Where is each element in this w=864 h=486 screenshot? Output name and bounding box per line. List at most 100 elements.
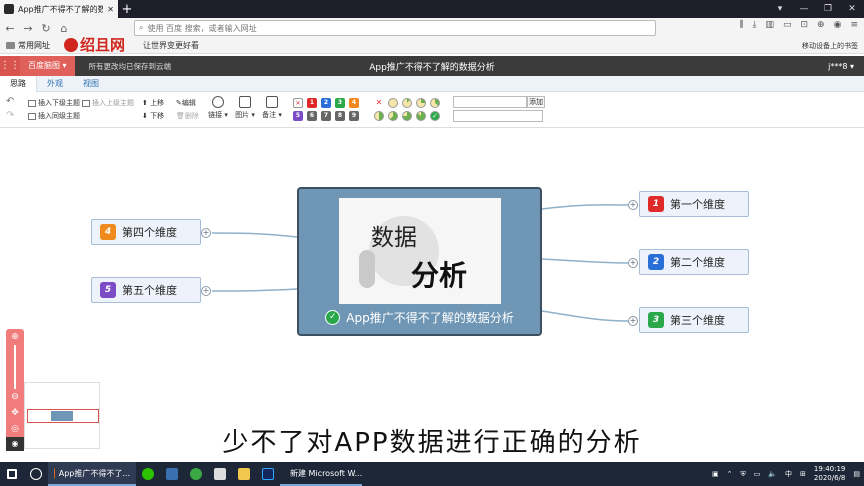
priority-remove-icon[interactable]: ✕ xyxy=(293,98,303,108)
minimize-button[interactable]: — xyxy=(792,0,816,18)
reader-icon[interactable]: ▭ xyxy=(783,20,792,30)
image-button[interactable]: 图片 ▾ xyxy=(233,96,257,120)
recorder-icon[interactable] xyxy=(160,462,184,486)
address-bar[interactable]: ⌕ 使用 百度 搜索，或者输入网址 xyxy=(134,20,656,36)
priority-5-icon[interactable]: 5 xyxy=(293,111,303,121)
menu-icon[interactable]: ≡ xyxy=(850,20,858,30)
clock[interactable]: 19:40:19 2020/6/8 xyxy=(814,465,845,483)
undo-icon[interactable]: ↶ xyxy=(6,96,14,107)
library-icon[interactable]: ⫼ xyxy=(739,20,743,30)
move-icon[interactable]: ✥ xyxy=(6,405,24,421)
bookmarks-icon[interactable]: ▥ xyxy=(765,20,774,30)
progress-remove-icon[interactable]: ✕ xyxy=(374,98,384,108)
bookmark-common-sites[interactable]: 常用网址 xyxy=(18,40,50,51)
home-icon[interactable]: ⌂ xyxy=(58,22,70,35)
priority-8-icon[interactable]: 8 xyxy=(335,111,345,121)
root-topic[interactable]: 数据 分析 ✓ App推广不得不了解的数据分析 xyxy=(297,187,542,336)
photoshop-icon[interactable] xyxy=(256,462,280,486)
zoom-out-icon[interactable]: ⊖ xyxy=(6,389,24,405)
progress-3-icon[interactable] xyxy=(430,98,440,108)
insert-sibling-button[interactable]: 插入同级主题 xyxy=(28,111,80,121)
progress-6-icon[interactable] xyxy=(402,111,412,121)
branch-topic-5[interactable]: 5 第五个维度 xyxy=(91,277,201,303)
network-icon[interactable]: ▭ xyxy=(754,470,761,478)
insert-parent-button[interactable]: 插入上级主题 xyxy=(82,98,134,108)
redo-icon[interactable]: ↷ xyxy=(6,110,14,121)
priority-7-icon[interactable]: 7 xyxy=(321,111,331,121)
tab-view[interactable]: 视图 xyxy=(73,76,109,92)
restore-button[interactable]: ❐ xyxy=(816,0,840,18)
mindmap-canvas[interactable]: 数据 分析 ✓ App推广不得不了解的数据分析 + 1 第一个维度 + 2 第二… xyxy=(0,129,864,462)
tray-app-icon[interactable]: ▣ xyxy=(712,470,719,478)
priority-3-icon[interactable]: 3 xyxy=(335,98,345,108)
reload-icon[interactable]: ↻ xyxy=(40,22,52,35)
progress-2-icon[interactable] xyxy=(416,98,426,108)
360-browser-icon[interactable] xyxy=(184,462,208,486)
priority-4-icon[interactable]: 4 xyxy=(349,98,359,108)
link-button[interactable]: 链接 ▾ xyxy=(206,96,230,120)
delete-button[interactable]: 🗑删除 xyxy=(176,111,199,121)
edit-button[interactable]: ✎编辑 xyxy=(176,98,196,108)
close-window-button[interactable]: ✕ xyxy=(840,0,864,18)
progress-done-icon[interactable]: ✓ xyxy=(430,111,440,121)
app-name-menu[interactable]: 百度脑图 ▾ xyxy=(20,56,75,76)
taskbar-browser-app[interactable]: App推广不得不了... xyxy=(48,462,136,486)
expand-icon[interactable]: + xyxy=(628,258,638,268)
forward-arrow-icon[interactable]: → xyxy=(22,22,34,35)
close-tab-icon[interactable]: ✕ xyxy=(107,5,114,14)
note-button[interactable]: 备注 ▾ xyxy=(260,96,284,120)
search-icon[interactable] xyxy=(24,462,48,486)
back-arrow-icon[interactable]: ← xyxy=(4,22,16,35)
move-up-button[interactable]: ⬆ 上移 xyxy=(142,98,164,108)
screenshot-icon[interactable]: ⊡ xyxy=(801,20,809,30)
volume-icon[interactable]: 🔈 xyxy=(768,470,777,478)
ime-mode-icon[interactable]: ⊞ xyxy=(800,470,806,478)
branch-topic-4[interactable]: 4 第四个维度 xyxy=(91,219,201,245)
resource-input[interactable] xyxy=(453,96,527,108)
resource-select[interactable] xyxy=(453,110,543,122)
expand-icon[interactable]: + xyxy=(201,228,211,238)
progress-4-icon[interactable] xyxy=(374,111,384,121)
zoom-in-icon[interactable]: ⊕ xyxy=(6,329,24,345)
progress-5-icon[interactable] xyxy=(388,111,398,121)
calculator-icon[interactable] xyxy=(208,462,232,486)
priority-9-icon[interactable]: 9 xyxy=(349,111,359,121)
file-explorer-icon[interactable] xyxy=(232,462,256,486)
new-tab-button[interactable]: + xyxy=(118,2,136,17)
notification-icon[interactable]: ▤ xyxy=(853,470,860,478)
connector-1 xyxy=(541,204,629,210)
zoom-slider[interactable] xyxy=(14,345,16,389)
tab-appearance[interactable]: 外观 xyxy=(37,76,73,92)
priority-1-icon[interactable]: 1 xyxy=(307,98,317,108)
start-icon[interactable] xyxy=(0,462,24,486)
priority-2-icon[interactable]: 2 xyxy=(321,98,331,108)
insert-child-button[interactable]: 插入下级主题 xyxy=(28,98,80,108)
extension-icon[interactable]: ⊕ xyxy=(817,20,825,30)
tab-thinking[interactable]: 思路 xyxy=(0,75,37,92)
grid-menu-icon[interactable]: ⋮⋮ xyxy=(0,56,20,76)
browser-tab[interactable]: App推广不得不了解的数据分析 ✕ xyxy=(0,0,118,18)
branch-topic-1[interactable]: 1 第一个维度 xyxy=(639,191,749,217)
progress-7-icon[interactable] xyxy=(416,111,426,121)
user-menu[interactable]: j***8 ▾ xyxy=(828,62,854,71)
ime-language[interactable]: 中 xyxy=(785,469,792,479)
mobile-bookmarks-link[interactable]: 移动设备上的书签 xyxy=(802,41,858,51)
list-tabs-icon[interactable]: ▾ xyxy=(768,0,792,18)
account-icon[interactable]: ◉ xyxy=(834,20,842,30)
add-resource-button[interactable]: 添加 xyxy=(527,96,545,108)
branch-topic-2[interactable]: 2 第二个维度 xyxy=(639,249,749,275)
expand-icon[interactable]: + xyxy=(628,316,638,326)
priority-6-icon[interactable]: 6 xyxy=(307,111,317,121)
tray-expand-icon[interactable]: ⌃ xyxy=(727,470,733,478)
progress-1-icon[interactable] xyxy=(402,98,412,108)
taskbar-word-app[interactable]: 新建 Microsoft W... xyxy=(280,462,362,486)
branch-topic-3[interactable]: 3 第三个维度 xyxy=(639,307,749,333)
site-logo[interactable]: 绍且网 xyxy=(64,34,125,55)
security-icon[interactable]: ⛨ xyxy=(740,470,745,479)
expand-icon[interactable]: + xyxy=(628,200,638,210)
progress-0-icon[interactable] xyxy=(388,98,398,108)
move-down-button[interactable]: ⬇ 下移 xyxy=(142,111,164,121)
wechat-icon[interactable] xyxy=(136,462,160,486)
download-icon[interactable]: ⤓ xyxy=(752,20,756,30)
expand-icon[interactable]: + xyxy=(201,286,211,296)
